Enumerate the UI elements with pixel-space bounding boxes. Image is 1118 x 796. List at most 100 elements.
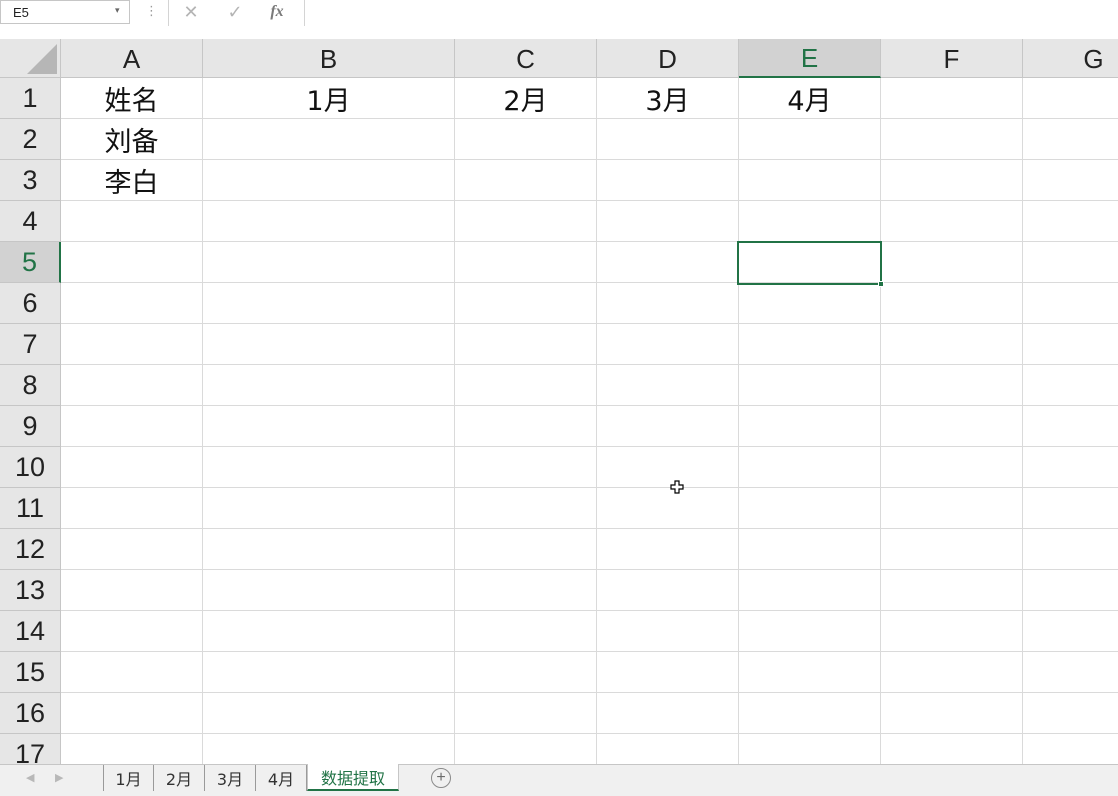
cell-g10[interactable] bbox=[1023, 447, 1118, 488]
cell-d7[interactable] bbox=[597, 324, 739, 365]
cell-b2[interactable] bbox=[203, 119, 455, 160]
cell-f8[interactable] bbox=[881, 365, 1023, 406]
sheet-tab[interactable]: 2月 bbox=[154, 765, 205, 791]
cell-f5[interactable] bbox=[881, 242, 1023, 283]
row-header-5[interactable]: 5 bbox=[0, 242, 61, 283]
cell-e12[interactable] bbox=[739, 529, 881, 570]
cell-g9[interactable] bbox=[1023, 406, 1118, 447]
cell-a16[interactable] bbox=[61, 693, 203, 734]
cell-b15[interactable] bbox=[203, 652, 455, 693]
plus-circle-icon[interactable]: + bbox=[431, 768, 451, 788]
row-header-12[interactable]: 12 bbox=[0, 529, 61, 570]
cell-f13[interactable] bbox=[881, 570, 1023, 611]
cell-e2[interactable] bbox=[739, 119, 881, 160]
cell-f6[interactable] bbox=[881, 283, 1023, 324]
cell-f11[interactable] bbox=[881, 488, 1023, 529]
cell-e14[interactable] bbox=[739, 611, 881, 652]
cell-e4[interactable] bbox=[739, 201, 881, 242]
cell-g15[interactable] bbox=[1023, 652, 1118, 693]
column-header-c[interactable]: C bbox=[455, 39, 597, 78]
cell-d17[interactable] bbox=[597, 734, 739, 764]
cell-e11[interactable] bbox=[739, 488, 881, 529]
cell-a5[interactable] bbox=[61, 242, 203, 283]
row-header-9[interactable]: 9 bbox=[0, 406, 61, 447]
select-all-button[interactable] bbox=[0, 39, 61, 78]
cell-g2[interactable] bbox=[1023, 119, 1118, 160]
cell-a6[interactable] bbox=[61, 283, 203, 324]
column-header-d[interactable]: D bbox=[597, 39, 739, 78]
cell-e15[interactable] bbox=[739, 652, 881, 693]
name-box[interactable]: E5 ▾ bbox=[0, 0, 130, 24]
row-header-1[interactable]: 1 bbox=[0, 78, 61, 119]
cell-d16[interactable] bbox=[597, 693, 739, 734]
cell-b12[interactable] bbox=[203, 529, 455, 570]
cell-g1[interactable] bbox=[1023, 78, 1118, 119]
cell-a7[interactable] bbox=[61, 324, 203, 365]
cell-a13[interactable] bbox=[61, 570, 203, 611]
cell-c7[interactable] bbox=[455, 324, 597, 365]
cell-f16[interactable] bbox=[881, 693, 1023, 734]
cell-f7[interactable] bbox=[881, 324, 1023, 365]
cell-c6[interactable] bbox=[455, 283, 597, 324]
cell-c14[interactable] bbox=[455, 611, 597, 652]
cell-a17[interactable] bbox=[61, 734, 203, 764]
cell-c9[interactable] bbox=[455, 406, 597, 447]
scroll-tabs-left-icon[interactable]: ◀ bbox=[26, 771, 34, 784]
cell-b13[interactable] bbox=[203, 570, 455, 611]
cell-d14[interactable] bbox=[597, 611, 739, 652]
cell-f12[interactable] bbox=[881, 529, 1023, 570]
cell-g16[interactable] bbox=[1023, 693, 1118, 734]
sheet-tab[interactable]: 1月 bbox=[103, 765, 154, 791]
row-header-7[interactable]: 7 bbox=[0, 324, 61, 365]
row-header-10[interactable]: 10 bbox=[0, 447, 61, 488]
cell-c2[interactable] bbox=[455, 119, 597, 160]
cell-e10[interactable] bbox=[739, 447, 881, 488]
row-header-3[interactable]: 3 bbox=[0, 160, 61, 201]
cell-c17[interactable] bbox=[455, 734, 597, 764]
cell-g5[interactable] bbox=[1023, 242, 1118, 283]
cell-a8[interactable] bbox=[61, 365, 203, 406]
chevron-down-icon[interactable]: ▾ bbox=[115, 5, 120, 16]
row-header-6[interactable]: 6 bbox=[0, 283, 61, 324]
cell-grid[interactable]: 姓名 1月 2月 3月 4月 刘备 李白 bbox=[61, 78, 1118, 764]
cell-e16[interactable] bbox=[739, 693, 881, 734]
cell-g11[interactable] bbox=[1023, 488, 1118, 529]
cell-g4[interactable] bbox=[1023, 201, 1118, 242]
cell-b5[interactable] bbox=[203, 242, 455, 283]
cell-b7[interactable] bbox=[203, 324, 455, 365]
cell-b1[interactable]: 1月 bbox=[203, 78, 455, 119]
cell-c8[interactable] bbox=[455, 365, 597, 406]
cell-f15[interactable] bbox=[881, 652, 1023, 693]
cell-c5[interactable] bbox=[455, 242, 597, 283]
row-header-11[interactable]: 11 bbox=[0, 488, 61, 529]
cell-b3[interactable] bbox=[203, 160, 455, 201]
formula-input[interactable] bbox=[306, 0, 1116, 25]
cell-g7[interactable] bbox=[1023, 324, 1118, 365]
cell-c1[interactable]: 2月 bbox=[455, 78, 597, 119]
cell-a1[interactable]: 姓名 bbox=[61, 78, 203, 119]
cell-a14[interactable] bbox=[61, 611, 203, 652]
cell-d3[interactable] bbox=[597, 160, 739, 201]
cell-b10[interactable] bbox=[203, 447, 455, 488]
cell-b11[interactable] bbox=[203, 488, 455, 529]
cell-g3[interactable] bbox=[1023, 160, 1118, 201]
cell-d10[interactable] bbox=[597, 447, 739, 488]
cell-d15[interactable] bbox=[597, 652, 739, 693]
cell-g8[interactable] bbox=[1023, 365, 1118, 406]
cell-g6[interactable] bbox=[1023, 283, 1118, 324]
cell-c12[interactable] bbox=[455, 529, 597, 570]
fill-handle[interactable] bbox=[878, 281, 884, 287]
cell-c13[interactable] bbox=[455, 570, 597, 611]
cell-f10[interactable] bbox=[881, 447, 1023, 488]
cell-a9[interactable] bbox=[61, 406, 203, 447]
cell-d5[interactable] bbox=[597, 242, 739, 283]
sheet-tab[interactable]: 4月 bbox=[256, 765, 307, 791]
cell-c15[interactable] bbox=[455, 652, 597, 693]
cell-e9[interactable] bbox=[739, 406, 881, 447]
cell-f4[interactable] bbox=[881, 201, 1023, 242]
cell-a15[interactable] bbox=[61, 652, 203, 693]
cell-b8[interactable] bbox=[203, 365, 455, 406]
cell-b17[interactable] bbox=[203, 734, 455, 764]
cell-b16[interactable] bbox=[203, 693, 455, 734]
cell-d2[interactable] bbox=[597, 119, 739, 160]
